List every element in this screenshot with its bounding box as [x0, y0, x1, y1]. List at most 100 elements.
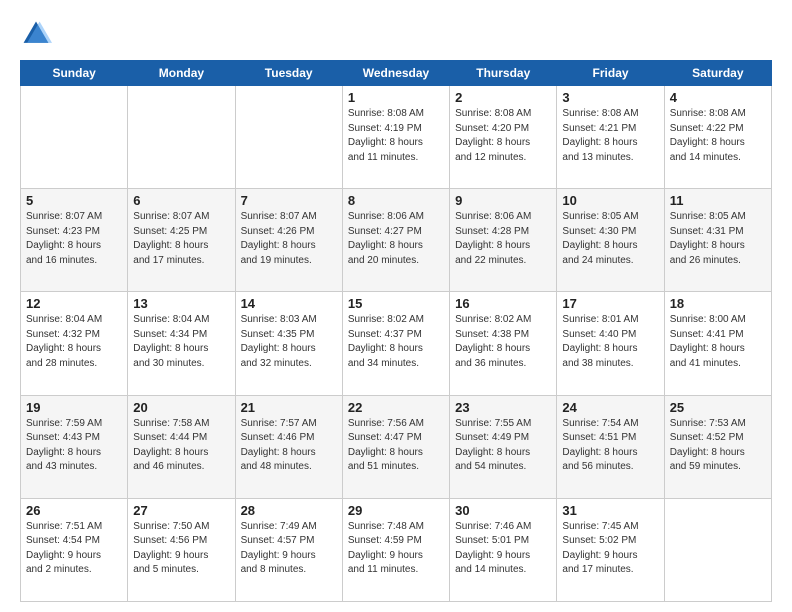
day-info-19: Sunrise: 7:59 AMSunset: 4:43 PMDaylight:…	[26, 417, 122, 475]
day-number-27: 27	[133, 503, 229, 518]
weekday-header-row: SundayMondayTuesdayWednesdayThursdayFrid…	[21, 61, 772, 86]
day-number-5: 5	[26, 193, 122, 208]
day-info-31: Sunrise: 7:45 AMSunset: 5:02 PMDaylight:…	[562, 520, 658, 578]
day-info-14: Sunrise: 8:03 AMSunset: 4:35 PMDaylight:…	[241, 313, 337, 371]
day-info-23: Sunrise: 7:55 AMSunset: 4:49 PMDaylight:…	[455, 417, 551, 475]
day-number-6: 6	[133, 193, 229, 208]
day-cell-9: 9 Sunrise: 8:06 AMSunset: 4:28 PMDaylight…	[450, 189, 557, 292]
day-info-1: Sunrise: 8:08 AMSunset: 4:19 PMDaylight:…	[348, 107, 444, 165]
day-number-19: 19	[26, 400, 122, 415]
day-info-9: Sunrise: 8:06 AMSunset: 4:28 PMDaylight:…	[455, 210, 551, 268]
day-info-6: Sunrise: 8:07 AMSunset: 4:25 PMDaylight:…	[133, 210, 229, 268]
day-info-29: Sunrise: 7:48 AMSunset: 4:59 PMDaylight:…	[348, 520, 444, 578]
day-number-21: 21	[241, 400, 337, 415]
day-number-14: 14	[241, 296, 337, 311]
header	[20, 18, 772, 50]
day-number-9: 9	[455, 193, 551, 208]
day-info-16: Sunrise: 8:02 AMSunset: 4:38 PMDaylight:…	[455, 313, 551, 371]
day-info-15: Sunrise: 8:02 AMSunset: 4:37 PMDaylight:…	[348, 313, 444, 371]
day-cell-28: 28 Sunrise: 7:49 AMSunset: 4:57 PMDayligh…	[235, 498, 342, 601]
day-cell-1: 1 Sunrise: 8:08 AMSunset: 4:19 PMDaylight…	[342, 86, 449, 189]
day-number-12: 12	[26, 296, 122, 311]
day-number-30: 30	[455, 503, 551, 518]
week-row-4: 26 Sunrise: 7:51 AMSunset: 4:54 PMDayligh…	[21, 498, 772, 601]
day-info-13: Sunrise: 8:04 AMSunset: 4:34 PMDaylight:…	[133, 313, 229, 371]
day-cell-7: 7 Sunrise: 8:07 AMSunset: 4:26 PMDaylight…	[235, 189, 342, 292]
logo	[20, 18, 56, 50]
day-info-4: Sunrise: 8:08 AMSunset: 4:22 PMDaylight:…	[670, 107, 766, 165]
weekday-wednesday: Wednesday	[342, 61, 449, 86]
day-cell-22: 22Sunrise: 7:56 AMSunset: 4:47 PMDayligh…	[342, 395, 449, 498]
day-info-7: Sunrise: 8:07 AMSunset: 4:26 PMDaylight:…	[241, 210, 337, 268]
day-cell-6: 6 Sunrise: 8:07 AMSunset: 4:25 PMDaylight…	[128, 189, 235, 292]
day-info-25: Sunrise: 7:53 AMSunset: 4:52 PMDaylight:…	[670, 417, 766, 475]
calendar-table: SundayMondayTuesdayWednesdayThursdayFrid…	[20, 60, 772, 602]
day-number-7: 7	[241, 193, 337, 208]
week-row-2: 12 Sunrise: 8:04 AMSunset: 4:32 PMDayligh…	[21, 292, 772, 395]
day-number-23: 23	[455, 400, 551, 415]
day-info-22: Sunrise: 7:56 AMSunset: 4:47 PMDaylight:…	[348, 417, 444, 475]
day-number-2: 2	[455, 90, 551, 105]
day-number-4: 4	[670, 90, 766, 105]
day-info-10: Sunrise: 8:05 AMSunset: 4:30 PMDaylight:…	[562, 210, 658, 268]
day-cell-29: 29 Sunrise: 7:48 AMSunset: 4:59 PMDayligh…	[342, 498, 449, 601]
day-number-28: 28	[241, 503, 337, 518]
week-row-1: 5 Sunrise: 8:07 AMSunset: 4:23 PMDaylight…	[21, 189, 772, 292]
day-cell-12: 12 Sunrise: 8:04 AMSunset: 4:32 PMDayligh…	[21, 292, 128, 395]
day-cell-3: 3Sunrise: 8:08 AMSunset: 4:21 PMDaylight…	[557, 86, 664, 189]
day-info-18: Sunrise: 8:00 AMSunset: 4:41 PMDaylight:…	[670, 313, 766, 371]
day-cell-10: 10 Sunrise: 8:05 AMSunset: 4:30 PMDayligh…	[557, 189, 664, 292]
weekday-saturday: Saturday	[664, 61, 771, 86]
page: SundayMondayTuesdayWednesdayThursdayFrid…	[0, 0, 792, 612]
day-cell-16: 16 Sunrise: 8:02 AMSunset: 4:38 PMDayligh…	[450, 292, 557, 395]
day-info-3: Sunrise: 8:08 AMSunset: 4:21 PMDaylight:…	[562, 107, 658, 165]
day-info-2: Sunrise: 8:08 AMSunset: 4:20 PMDaylight:…	[455, 107, 551, 165]
day-cell-20: 20 Sunrise: 7:58 AMSunset: 4:44 PMDayligh…	[128, 395, 235, 498]
day-info-8: Sunrise: 8:06 AMSunset: 4:27 PMDaylight:…	[348, 210, 444, 268]
day-number-17: 17	[562, 296, 658, 311]
day-number-25: 25	[670, 400, 766, 415]
day-number-11: 11	[670, 193, 766, 208]
day-number-10: 10	[562, 193, 658, 208]
weekday-friday: Friday	[557, 61, 664, 86]
empty-cell	[664, 498, 771, 601]
day-info-12: Sunrise: 8:04 AMSunset: 4:32 PMDaylight:…	[26, 313, 122, 371]
day-info-11: Sunrise: 8:05 AMSunset: 4:31 PMDaylight:…	[670, 210, 766, 268]
day-cell-8: 8Sunrise: 8:06 AMSunset: 4:27 PMDaylight…	[342, 189, 449, 292]
day-number-26: 26	[26, 503, 122, 518]
day-cell-18: 18Sunrise: 8:00 AMSunset: 4:41 PMDayligh…	[664, 292, 771, 395]
day-cell-14: 14 Sunrise: 8:03 AMSunset: 4:35 PMDayligh…	[235, 292, 342, 395]
day-number-13: 13	[133, 296, 229, 311]
day-cell-27: 27 Sunrise: 7:50 AMSunset: 4:56 PMDayligh…	[128, 498, 235, 601]
day-info-27: Sunrise: 7:50 AMSunset: 4:56 PMDaylight:…	[133, 520, 229, 578]
week-row-3: 19 Sunrise: 7:59 AMSunset: 4:43 PMDayligh…	[21, 395, 772, 498]
day-info-5: Sunrise: 8:07 AMSunset: 4:23 PMDaylight:…	[26, 210, 122, 268]
day-number-29: 29	[348, 503, 444, 518]
day-cell-13: 13 Sunrise: 8:04 AMSunset: 4:34 PMDayligh…	[128, 292, 235, 395]
day-info-20: Sunrise: 7:58 AMSunset: 4:44 PMDaylight:…	[133, 417, 229, 475]
week-row-0: 1 Sunrise: 8:08 AMSunset: 4:19 PMDaylight…	[21, 86, 772, 189]
day-info-30: Sunrise: 7:46 AMSunset: 5:01 PMDaylight:…	[455, 520, 551, 578]
empty-cell	[235, 86, 342, 189]
day-number-31: 31	[562, 503, 658, 518]
day-cell-2: 2 Sunrise: 8:08 AMSunset: 4:20 PMDaylight…	[450, 86, 557, 189]
day-cell-31: 31 Sunrise: 7:45 AMSunset: 5:02 PMDayligh…	[557, 498, 664, 601]
day-info-28: Sunrise: 7:49 AMSunset: 4:57 PMDaylight:…	[241, 520, 337, 578]
day-number-16: 16	[455, 296, 551, 311]
weekday-sunday: Sunday	[21, 61, 128, 86]
day-number-1: 1	[348, 90, 444, 105]
day-cell-23: 23 Sunrise: 7:55 AMSunset: 4:49 PMDayligh…	[450, 395, 557, 498]
empty-cell	[21, 86, 128, 189]
day-cell-21: 21Sunrise: 7:57 AMSunset: 4:46 PMDayligh…	[235, 395, 342, 498]
day-cell-15: 15Sunrise: 8:02 AMSunset: 4:37 PMDayligh…	[342, 292, 449, 395]
day-cell-4: 4 Sunrise: 8:08 AMSunset: 4:22 PMDaylight…	[664, 86, 771, 189]
day-info-24: Sunrise: 7:54 AMSunset: 4:51 PMDaylight:…	[562, 417, 658, 475]
weekday-monday: Monday	[128, 61, 235, 86]
logo-icon	[20, 18, 52, 50]
day-cell-26: 26 Sunrise: 7:51 AMSunset: 4:54 PMDayligh…	[21, 498, 128, 601]
day-number-20: 20	[133, 400, 229, 415]
day-cell-19: 19 Sunrise: 7:59 AMSunset: 4:43 PMDayligh…	[21, 395, 128, 498]
day-info-26: Sunrise: 7:51 AMSunset: 4:54 PMDaylight:…	[26, 520, 122, 578]
day-cell-11: 11 Sunrise: 8:05 AMSunset: 4:31 PMDayligh…	[664, 189, 771, 292]
weekday-tuesday: Tuesday	[235, 61, 342, 86]
